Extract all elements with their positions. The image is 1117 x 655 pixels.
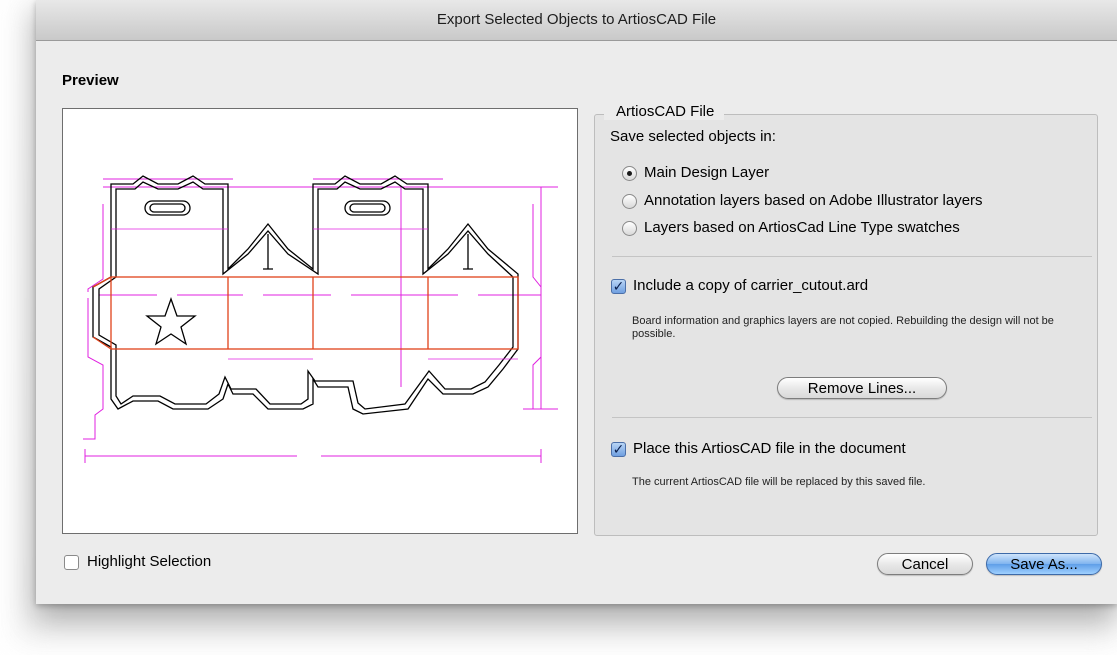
highlight-selection-checkbox[interactable] xyxy=(64,555,79,570)
preview-panel xyxy=(62,108,578,534)
window-title: Export Selected Objects to ArtiosCAD Fil… xyxy=(36,0,1117,41)
artioscad-file-legend: ArtiosCAD File xyxy=(604,103,725,120)
section-divider xyxy=(612,417,1092,418)
save-as-button[interactable]: Save As... xyxy=(986,553,1102,575)
include-copy-checkbox[interactable]: ✓ xyxy=(611,279,626,294)
annotation-layers-radio[interactable] xyxy=(622,194,637,209)
crease-lines xyxy=(92,276,519,350)
place-file-note: The current ArtiosCAD file will be repla… xyxy=(632,476,926,488)
annotation-layers-label[interactable]: Annotation layers based on Adobe Illustr… xyxy=(644,192,983,209)
place-file-checkbox[interactable]: ✓ xyxy=(611,442,626,457)
main-design-layer-radio[interactable] xyxy=(622,166,637,181)
remove-lines-button[interactable]: Remove Lines... xyxy=(777,377,947,399)
section-divider xyxy=(612,256,1092,257)
preview-label: Preview xyxy=(62,72,119,89)
highlight-selection-label[interactable]: Highlight Selection xyxy=(87,553,211,570)
place-file-label[interactable]: Place this ArtiosCAD file in the documen… xyxy=(633,440,906,457)
include-copy-label[interactable]: Include a copy of carrier_cutout.ard xyxy=(633,277,868,294)
main-design-layer-label[interactable]: Main Design Layer xyxy=(644,164,769,181)
include-copy-note: Board information and graphics layers ar… xyxy=(632,315,1054,340)
cancel-button[interactable]: Cancel xyxy=(877,553,973,575)
dimension-labels xyxy=(77,292,569,459)
export-dialog: Export Selected Objects to ArtiosCAD Fil… xyxy=(36,0,1117,604)
line-type-layers-label[interactable]: Layers based on ArtiosCad Line Type swat… xyxy=(644,219,960,236)
save-in-label: Save selected objects in: xyxy=(610,128,776,145)
line-type-layers-radio[interactable] xyxy=(622,221,637,236)
design-preview-drawing xyxy=(77,175,569,463)
